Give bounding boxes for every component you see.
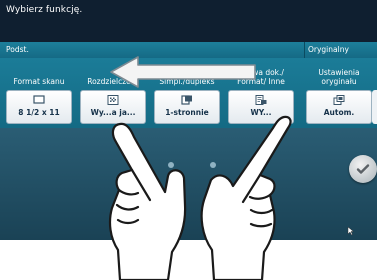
two-finger-gesture-icon xyxy=(108,115,292,280)
